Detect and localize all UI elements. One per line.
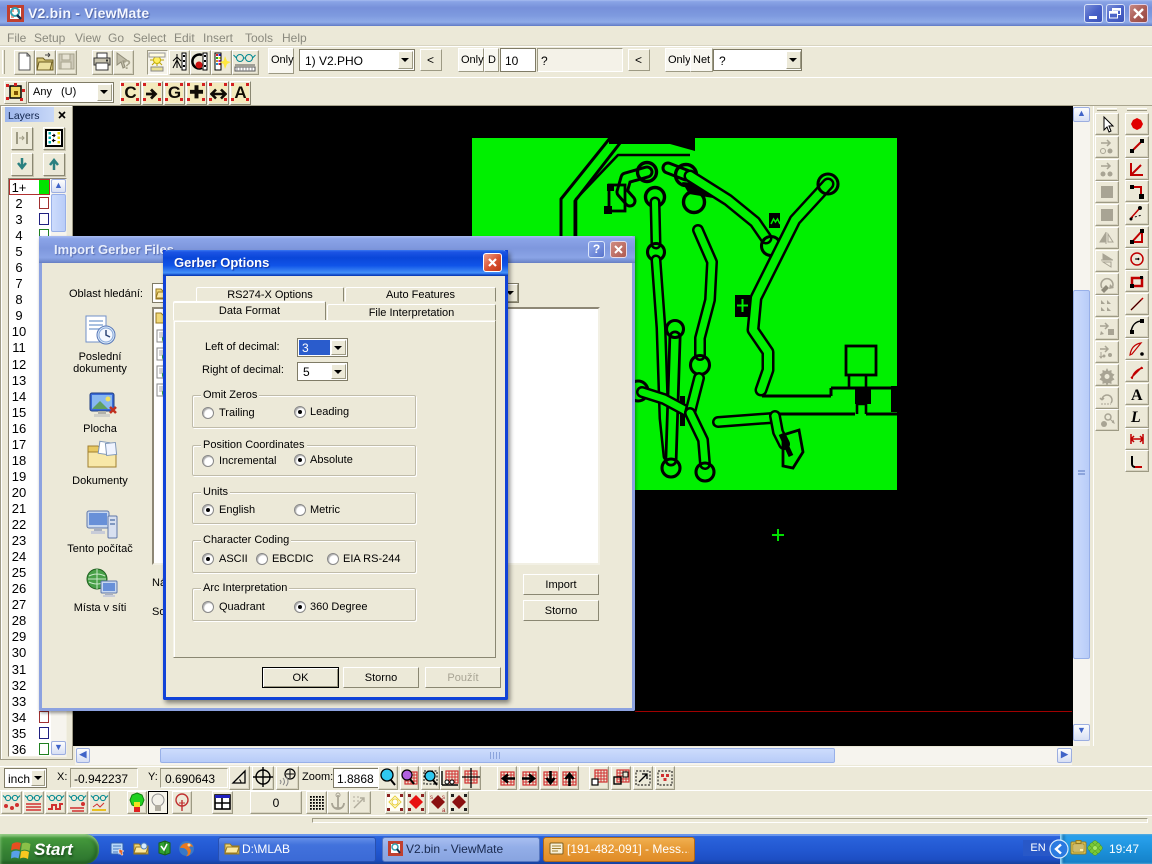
svg-text:s: s (442, 795, 445, 801)
svg-text:A: A (1131, 387, 1143, 404)
svg-text:L: L (1130, 409, 1141, 426)
svg-text:?: ? (123, 57, 131, 72)
svg-text:s: s (430, 795, 433, 801)
svg-text:a: a (442, 808, 446, 814)
